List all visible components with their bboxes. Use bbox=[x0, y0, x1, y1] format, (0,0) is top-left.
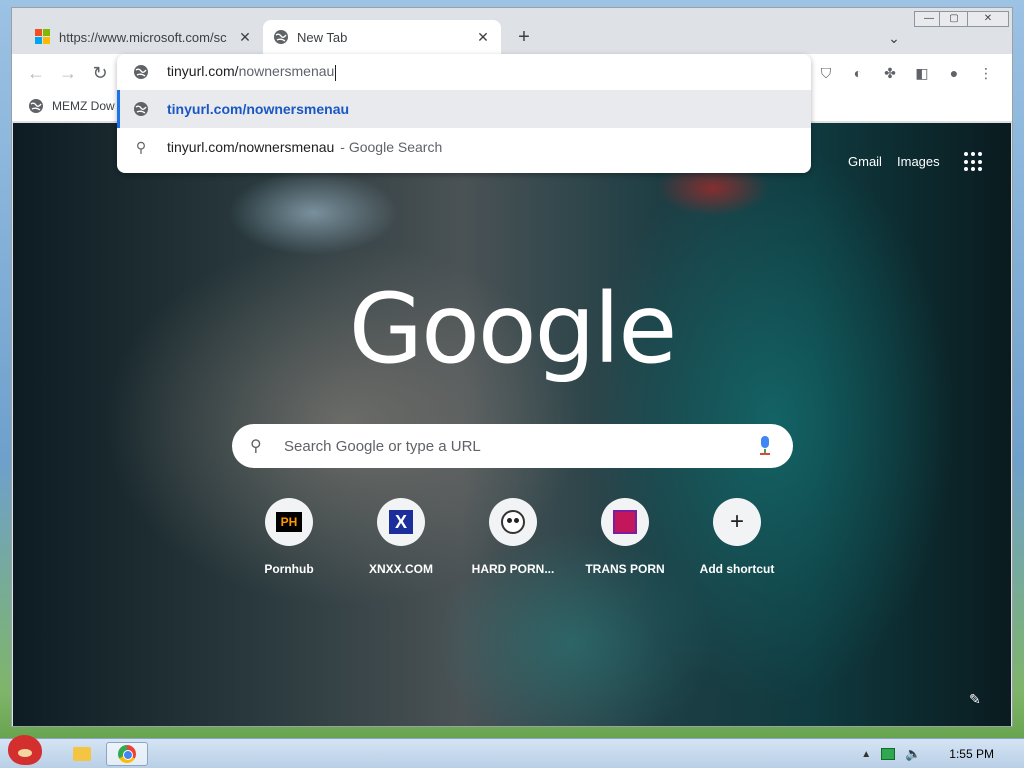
address-text: tinyurl.com/nownersmenau bbox=[167, 63, 337, 81]
browser-window: https://www.microsoft.com/sc ✕ New Tab ✕… bbox=[11, 7, 1013, 727]
suggestion-text: tinyurl.com/nownersmenau bbox=[167, 101, 350, 117]
angry-bird-icon bbox=[8, 735, 42, 765]
apps-grid-icon[interactable] bbox=[964, 152, 984, 172]
search-icon: ⚲ bbox=[250, 438, 262, 455]
back-button[interactable]: ← bbox=[24, 61, 48, 85]
suggestion-text: tinyurl.com/nownersmenau bbox=[167, 139, 335, 155]
tab-title: https://www.microsoft.com/sc bbox=[59, 29, 227, 45]
shortcut-label: HARD PORN... bbox=[471, 562, 555, 576]
volume-icon[interactable]: 🔈 bbox=[905, 746, 921, 762]
profile-avatar-icon[interactable]: ● bbox=[943, 62, 965, 84]
search-icon: ⚲ bbox=[135, 139, 147, 155]
tab-title: New Tab bbox=[297, 29, 348, 45]
google-logo: Google bbox=[348, 273, 678, 385]
add-shortcut-button[interactable]: + Add shortcut bbox=[681, 498, 793, 576]
omnibox-dropdown: tinyurl.com/nownersmenau tinyurl.com/now… bbox=[117, 54, 811, 173]
flag-extension-icon[interactable]: ◐ bbox=[847, 62, 869, 84]
shield-extension-icon[interactable]: ⛉ bbox=[815, 62, 837, 84]
new-tab-page: Gmail Images Google ⚲ Search Google or t… bbox=[13, 123, 1011, 726]
globe-icon bbox=[29, 99, 43, 113]
tab-close-icon[interactable]: ✕ bbox=[237, 29, 253, 45]
ntp-search-box[interactable]: ⚲ Search Google or type a URL bbox=[232, 424, 793, 468]
shortcut-xnxx[interactable]: X XNXX.COM bbox=[345, 498, 457, 576]
shortcut-label: XNXX.COM bbox=[368, 562, 433, 576]
suggestion-url[interactable]: tinyurl.com/nownersmenau bbox=[117, 90, 811, 128]
reload-button[interactable]: ↻ bbox=[88, 61, 112, 85]
bookmark-label: MEMZ Dow bbox=[52, 99, 115, 113]
shortcut-icon: PH bbox=[265, 498, 313, 546]
tab-new-tab[interactable]: New Tab ✕ bbox=[263, 20, 501, 54]
taskbar-chrome[interactable] bbox=[106, 742, 148, 766]
maximize-button[interactable]: ▢ bbox=[939, 11, 969, 27]
close-window-button[interactable]: ✕ bbox=[967, 11, 1009, 27]
tab-close-icon[interactable]: ✕ bbox=[475, 29, 491, 45]
taskbar: ▲ 🔈 1:55 PM bbox=[0, 735, 1024, 768]
address-bar[interactable]: tinyurl.com/nownersmenau bbox=[117, 54, 811, 90]
folder-icon bbox=[73, 747, 91, 761]
shortcut-label: Pornhub bbox=[264, 562, 314, 576]
shortcut-label: Add shortcut bbox=[699, 562, 775, 576]
puzzle-extensions-icon[interactable]: ✤ bbox=[879, 62, 901, 84]
plus-icon: + bbox=[713, 498, 761, 546]
shortcut-tiles: PH Pornhub X XNXX.COM HARD PORN... TRANS… bbox=[233, 498, 793, 588]
shortcut-label: TRANS PORN bbox=[585, 562, 665, 576]
tab-microsoft[interactable]: https://www.microsoft.com/sc ✕ bbox=[25, 20, 263, 54]
microphone-icon[interactable] bbox=[757, 436, 773, 456]
shortcut-pornhub[interactable]: PH Pornhub bbox=[233, 498, 345, 576]
system-tray: ▲ 🔈 1:55 PM bbox=[861, 739, 1024, 768]
shortcut-trans-porn[interactable]: TRANS PORN bbox=[569, 498, 681, 576]
bookmark-memz[interactable]: MEMZ Dow bbox=[28, 98, 115, 114]
tray-expand-icon[interactable]: ▲ bbox=[861, 749, 871, 760]
globe-icon bbox=[274, 30, 288, 44]
menu-kebab-icon[interactable]: ⋮ bbox=[975, 62, 997, 84]
shortcut-icon bbox=[489, 498, 537, 546]
shortcut-hard-porn[interactable]: HARD PORN... bbox=[457, 498, 569, 576]
microsoft-logo-icon bbox=[35, 29, 51, 45]
suggestion-source: - Google Search bbox=[340, 139, 443, 155]
chrome-icon bbox=[118, 745, 136, 763]
globe-icon bbox=[134, 65, 148, 79]
taskbar-explorer[interactable] bbox=[64, 742, 100, 766]
customize-pencil-icon[interactable]: ✎ bbox=[969, 691, 985, 707]
thumbnail-icon bbox=[613, 510, 637, 534]
panda-icon bbox=[501, 510, 525, 534]
side-panel-icon[interactable]: ◧ bbox=[911, 62, 933, 84]
network-icon[interactable] bbox=[881, 748, 896, 760]
tab-strip: https://www.microsoft.com/sc ✕ New Tab ✕… bbox=[12, 8, 1012, 54]
forward-button[interactable]: → bbox=[56, 61, 80, 85]
shortcut-icon: X bbox=[377, 498, 425, 546]
shortcut-icon bbox=[601, 498, 649, 546]
globe-icon bbox=[134, 102, 148, 116]
new-tab-button[interactable]: + bbox=[512, 26, 536, 50]
clock[interactable]: 1:55 PM bbox=[949, 747, 994, 761]
tab-search-chevron-icon[interactable]: ⌄ bbox=[882, 26, 906, 50]
images-link[interactable]: Images bbox=[897, 154, 940, 169]
search-placeholder: Search Google or type a URL bbox=[284, 437, 481, 455]
suggestion-search[interactable]: ⚲ tinyurl.com/nownersmenau - Google Sear… bbox=[117, 128, 811, 166]
start-button[interactable] bbox=[4, 733, 48, 768]
gmail-link[interactable]: Gmail bbox=[848, 154, 882, 169]
